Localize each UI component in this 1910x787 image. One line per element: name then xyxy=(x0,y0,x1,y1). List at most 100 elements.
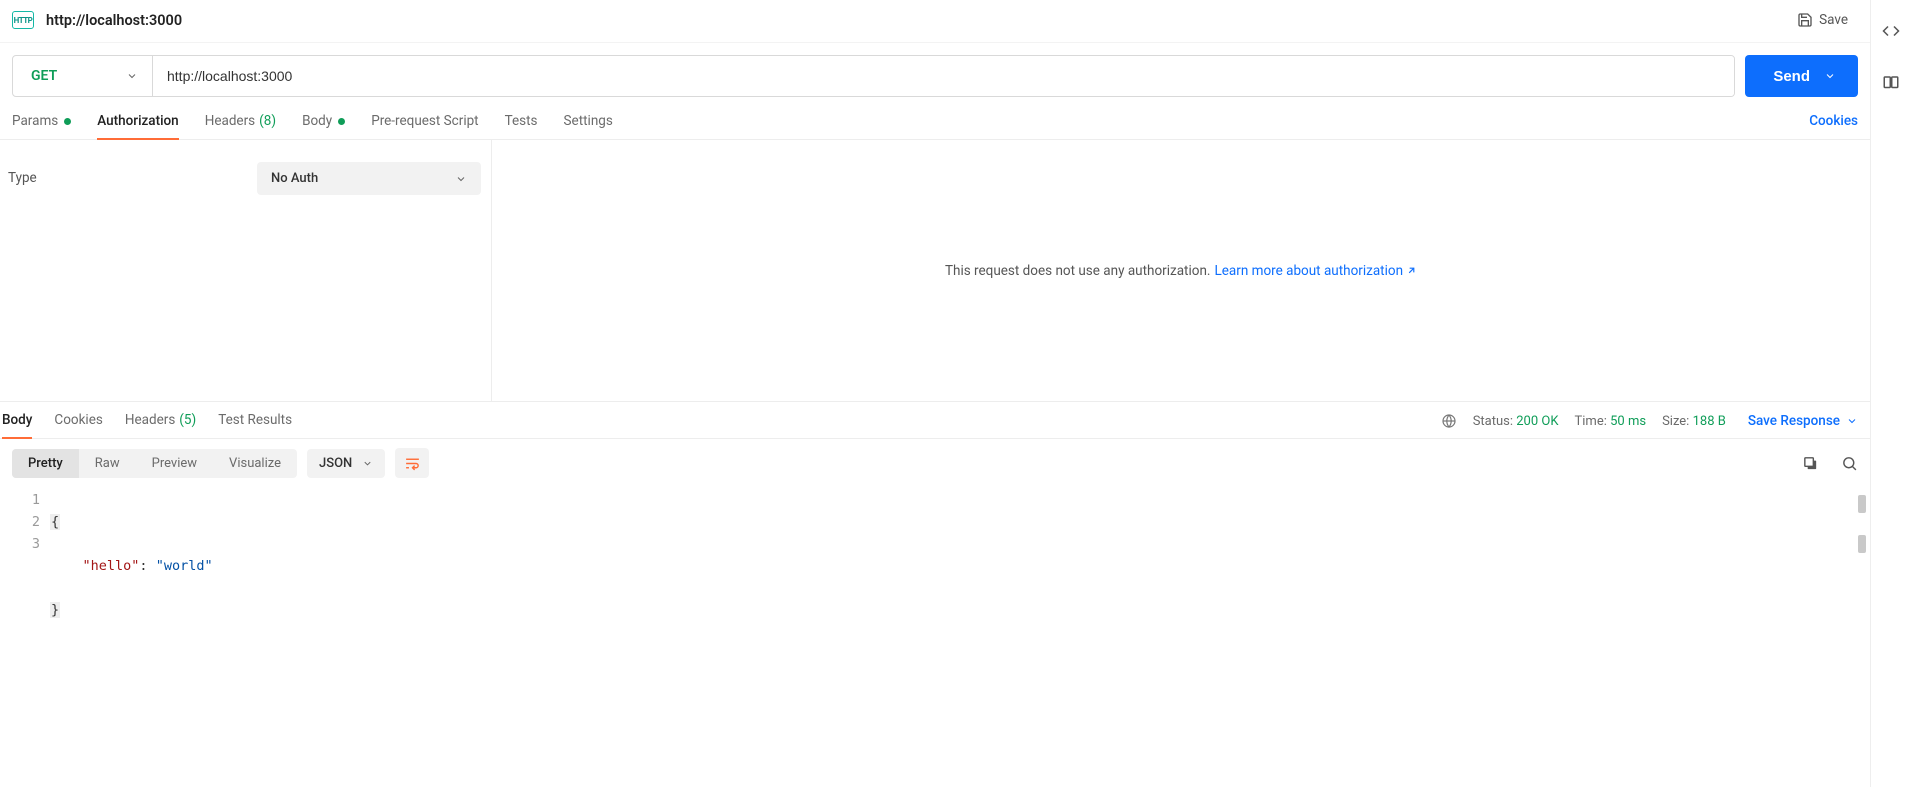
response-header: Body Cookies Headers (5) Test Results St… xyxy=(0,402,1870,439)
tab-headers-count: (8) xyxy=(259,113,276,129)
auth-type-value: No Auth xyxy=(271,171,318,186)
code-token: : xyxy=(139,558,147,574)
view-mode-segment: Pretty Raw Preview Visualize xyxy=(12,449,297,478)
save-response-label: Save Response xyxy=(1748,413,1840,429)
time-group: Time: 50 ms xyxy=(1575,414,1647,429)
auth-type-label: Type xyxy=(8,162,257,186)
auth-message: This request does not use any authorizat… xyxy=(945,263,1211,279)
right-rail xyxy=(1870,0,1910,787)
url-input[interactable] xyxy=(153,56,1734,96)
code-icon xyxy=(1882,22,1900,40)
time-label: Time: xyxy=(1575,414,1607,429)
request-title: http://localhost:3000 xyxy=(46,12,1789,29)
code-token: "hello" xyxy=(83,558,140,574)
http-method-select[interactable]: GET xyxy=(13,56,153,96)
tab-authorization[interactable]: Authorization xyxy=(97,113,178,139)
line-number: 1 xyxy=(0,489,40,511)
tab-prerequest[interactable]: Pre-request Script xyxy=(371,113,478,139)
resp-tab-headers-count: (5) xyxy=(179,412,196,428)
auth-type-select[interactable]: No Auth xyxy=(257,162,481,195)
tab-params-label: Params xyxy=(12,113,58,129)
time-value: 50 ms xyxy=(1610,414,1646,429)
view-visualize[interactable]: Visualize xyxy=(213,449,297,478)
chevron-down-icon xyxy=(455,173,467,185)
code-token: } xyxy=(50,602,60,618)
scrollbar-thumb[interactable] xyxy=(1858,495,1866,513)
params-dot-icon xyxy=(64,118,71,125)
status-value: 200 OK xyxy=(1516,414,1558,429)
resp-tab-headers-label: Headers xyxy=(125,412,175,428)
globe-icon[interactable] xyxy=(1441,413,1457,429)
copy-icon xyxy=(1802,455,1819,472)
code-token: "world" xyxy=(156,558,213,574)
response-tabs: Body Cookies Headers (5) Test Results xyxy=(2,412,292,438)
tab-body[interactable]: Body xyxy=(302,113,345,139)
save-icon xyxy=(1797,12,1813,28)
search-response-button[interactable] xyxy=(1841,455,1858,472)
save-label: Save xyxy=(1819,12,1848,28)
auth-left: Type No Auth xyxy=(0,140,492,401)
panel-toggle-button[interactable] xyxy=(1882,74,1900,96)
response-body-code[interactable]: 1 2 3 { "hello": "world" } xyxy=(0,487,1870,787)
code-snippet-button[interactable] xyxy=(1882,22,1900,44)
status-group: Status: 200 OK xyxy=(1473,414,1559,429)
panel-icon xyxy=(1882,74,1900,92)
http-method-badge: HTTP xyxy=(12,11,34,29)
resp-tab-testresults-label: Test Results xyxy=(218,412,292,428)
cookies-link[interactable]: Cookies xyxy=(1809,113,1858,139)
search-icon xyxy=(1841,455,1858,472)
resp-tab-testresults[interactable]: Test Results xyxy=(218,412,292,438)
chevron-down-icon[interactable] xyxy=(1824,70,1836,82)
tab-settings-label: Settings xyxy=(564,113,613,129)
size-group: Size: 188 B xyxy=(1662,414,1726,429)
external-link-icon xyxy=(1406,265,1417,276)
http-method-value: GET xyxy=(31,68,57,84)
method-url-group: GET xyxy=(12,55,1735,97)
tab-prerequest-label: Pre-request Script xyxy=(371,113,478,129)
auth-learn-more-link[interactable]: Learn more about authorization xyxy=(1214,263,1417,279)
wrap-icon xyxy=(404,455,421,472)
chevron-down-icon xyxy=(126,70,138,82)
save-response-button[interactable]: Save Response xyxy=(1748,413,1858,429)
view-toolbar: Pretty Raw Preview Visualize JSON xyxy=(0,439,1870,487)
request-tabs: Params Authorization Headers (8) Body Pr… xyxy=(0,97,1870,140)
tab-body-label: Body xyxy=(302,113,332,129)
resp-tab-cookies[interactable]: Cookies xyxy=(54,412,102,438)
format-select[interactable]: JSON xyxy=(307,449,385,478)
size-label: Size: xyxy=(1662,414,1689,429)
line-gutter: 1 2 3 xyxy=(0,489,50,787)
code-content: { "hello": "world" } xyxy=(50,489,1870,787)
wrap-lines-button[interactable] xyxy=(395,448,429,478)
scrollbar-thumb[interactable] xyxy=(1858,535,1866,553)
send-button[interactable]: Send xyxy=(1745,55,1858,97)
tab-settings[interactable]: Settings xyxy=(564,113,613,139)
format-value: JSON xyxy=(319,456,352,471)
auth-message-area: This request does not use any authorizat… xyxy=(492,140,1870,401)
body-dot-icon xyxy=(338,118,345,125)
tab-tests-label: Tests xyxy=(505,113,538,129)
view-preview[interactable]: Preview xyxy=(136,449,213,478)
code-token: { xyxy=(50,514,60,530)
save-button[interactable]: Save xyxy=(1789,8,1856,32)
resp-tab-body-label: Body xyxy=(2,412,32,428)
request-row: GET Send xyxy=(0,43,1870,97)
send-label: Send xyxy=(1773,68,1810,85)
authorization-panel: Type No Auth This request does not use a… xyxy=(0,140,1870,402)
tab-headers-label: Headers xyxy=(205,113,255,129)
line-number: 3 xyxy=(0,533,40,555)
view-raw[interactable]: Raw xyxy=(79,449,136,478)
tab-headers[interactable]: Headers (8) xyxy=(205,113,276,139)
copy-response-button[interactable] xyxy=(1802,455,1819,472)
chevron-down-icon xyxy=(362,458,373,469)
auth-learn-more-label: Learn more about authorization xyxy=(1214,263,1403,279)
resp-tab-cookies-label: Cookies xyxy=(54,412,102,428)
tab-tests[interactable]: Tests xyxy=(505,113,538,139)
tab-authorization-label: Authorization xyxy=(97,113,178,129)
status-label: Status: xyxy=(1473,414,1513,429)
view-pretty[interactable]: Pretty xyxy=(12,449,79,478)
resp-tab-headers[interactable]: Headers (5) xyxy=(125,412,196,438)
response-meta: Status: 200 OK Time: 50 ms Size: 188 B S… xyxy=(1441,413,1858,437)
resp-tab-body[interactable]: Body xyxy=(2,412,32,438)
chevron-down-icon xyxy=(1846,415,1858,427)
tab-params[interactable]: Params xyxy=(12,113,71,139)
